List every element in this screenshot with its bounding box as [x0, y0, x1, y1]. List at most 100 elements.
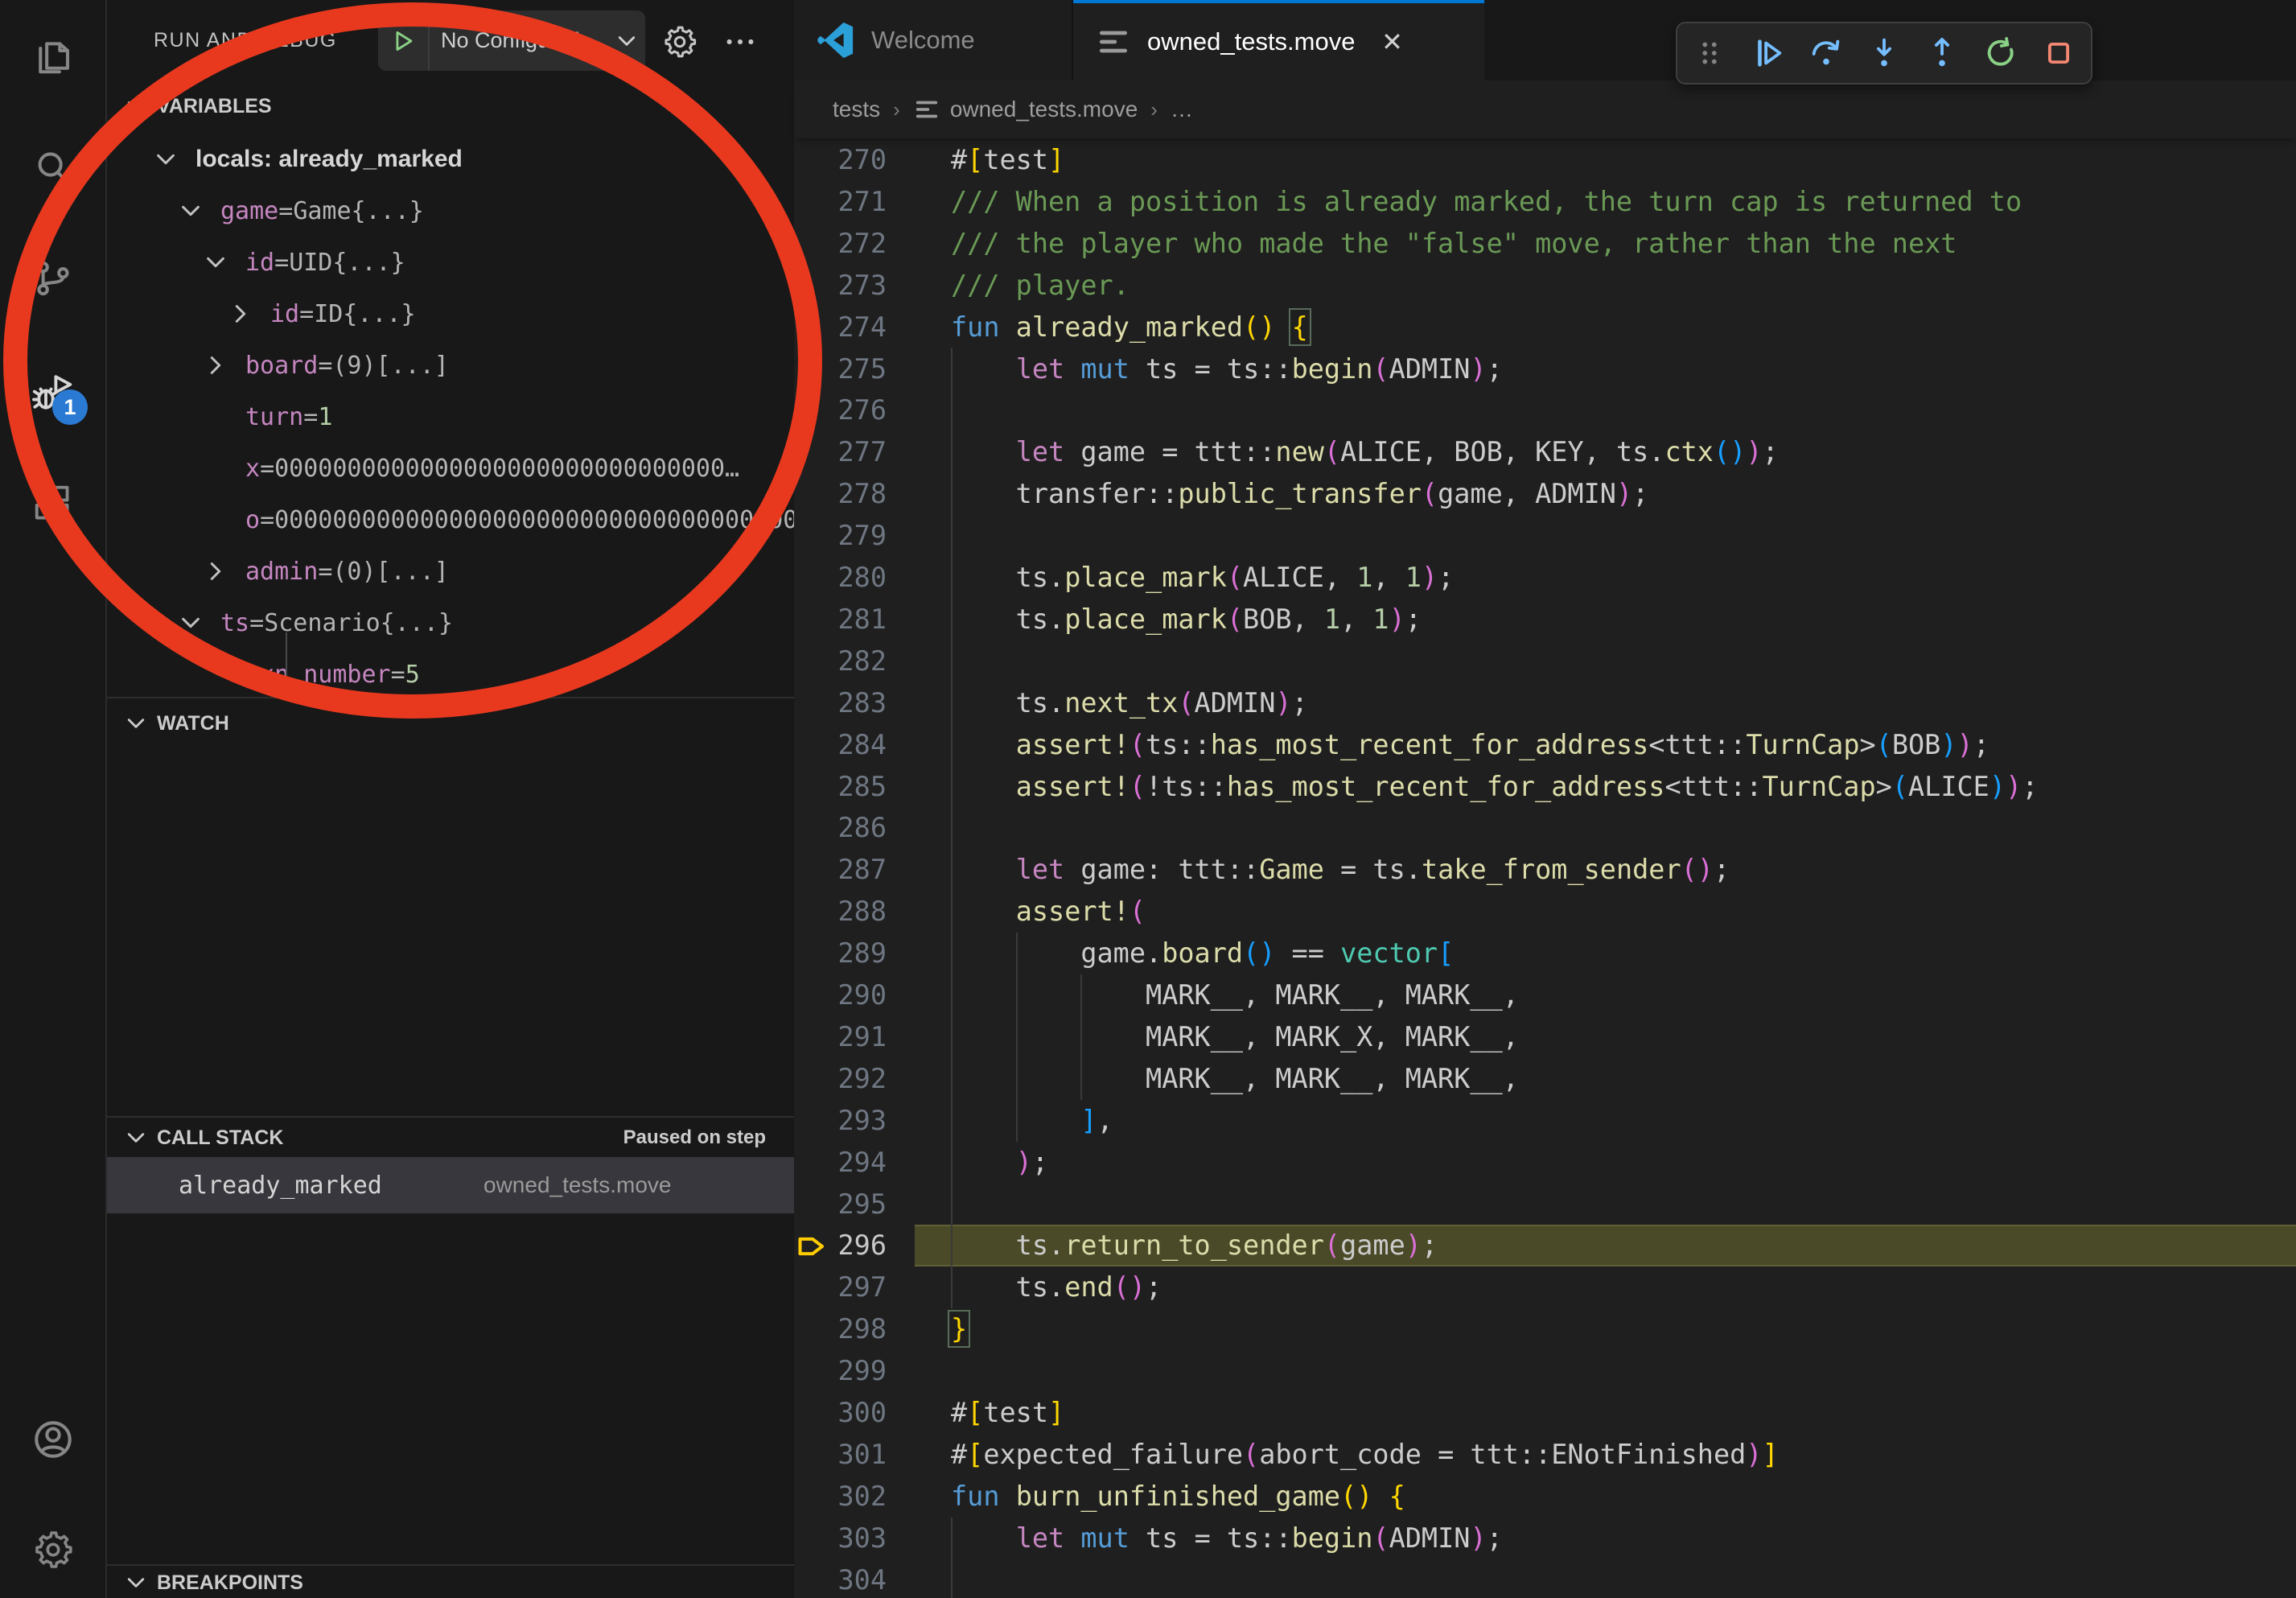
- activity-files-icon[interactable]: [0, 28, 105, 83]
- line-number[interactable]: 291: [794, 1016, 887, 1058]
- line-number[interactable]: 290: [794, 974, 887, 1016]
- line-number[interactable]: 271: [794, 181, 887, 223]
- drag-grip-icon[interactable]: [1684, 27, 1735, 79]
- code-area[interactable]: 270#[test]271/// When a position is alre…: [794, 139, 2296, 1598]
- code-line[interactable]: 284 assert!(ts::has_most_recent_for_addr…: [794, 724, 2296, 766]
- variables-scope-row[interactable]: locals: already_marked: [107, 134, 794, 185]
- code-line[interactable]: 302fun burn_unfinished_game() {: [794, 1476, 2296, 1518]
- line-number[interactable]: 285: [794, 766, 887, 808]
- variable-row[interactable]: x = 0000000000000000000000000000000…: [107, 443, 794, 494]
- code-line[interactable]: 281 ts.place_mark(BOB, 1, 1);: [794, 599, 2296, 640]
- line-number[interactable]: 270: [794, 139, 887, 181]
- start-debugging-play-icon[interactable]: [378, 27, 428, 55]
- code-line[interactable]: 275 let mut ts = ts::begin(ADMIN);: [794, 348, 2296, 390]
- line-number[interactable]: 276: [794, 389, 887, 431]
- variable-row[interactable]: id = ID{...}: [107, 288, 794, 340]
- line-number[interactable]: 303: [794, 1518, 887, 1559]
- line-number[interactable]: 300: [794, 1392, 887, 1434]
- line-number[interactable]: 282: [794, 640, 887, 682]
- line-number[interactable]: 293: [794, 1100, 887, 1142]
- code-line[interactable]: 282: [794, 640, 2296, 682]
- activity-account-icon[interactable]: [0, 1412, 105, 1467]
- line-number[interactable]: 284: [794, 724, 887, 766]
- debug-settings-gear-icon[interactable]: [659, 21, 701, 63]
- line-number[interactable]: 301: [794, 1434, 887, 1476]
- line-number[interactable]: 298: [794, 1308, 887, 1350]
- line-number[interactable]: 279: [794, 515, 887, 557]
- breadcrumb-item[interactable]: owned_tests.move: [950, 97, 1138, 122]
- variable-row[interactable]: ts = Scenario{...}: [107, 597, 794, 649]
- activity-source-control-icon[interactable]: [0, 251, 105, 306]
- line-number[interactable]: 281: [794, 599, 887, 640]
- code-line[interactable]: 294 );: [794, 1142, 2296, 1184]
- code-line[interactable]: 298}: [794, 1308, 2296, 1350]
- code-line[interactable]: 303 let mut ts = ts::begin(ADMIN);: [794, 1518, 2296, 1559]
- close-icon[interactable]: ✕: [1376, 27, 1408, 57]
- code-line[interactable]: 300#[test]: [794, 1392, 2296, 1434]
- variable-row[interactable]: board = (9)[...]: [107, 340, 794, 391]
- line-number[interactable]: 272: [794, 223, 887, 265]
- restart-icon[interactable]: [1975, 27, 2026, 79]
- stack-frame-row[interactable]: already_markedowned_tests.move: [107, 1157, 794, 1213]
- code-line[interactable]: 274fun already_marked() {: [794, 307, 2296, 348]
- step-into-icon[interactable]: [1858, 27, 1910, 79]
- variables-header[interactable]: VARIABLES: [107, 80, 794, 132]
- code-line[interactable]: 286: [794, 807, 2296, 849]
- activity-run-and-debug-icon[interactable]: 1: [0, 365, 105, 420]
- breadcrumb-item[interactable]: …: [1171, 97, 1193, 122]
- tab-owned-tests-move[interactable]: owned_tests.move✕: [1073, 0, 1484, 80]
- variable-row[interactable]: admin = (0)[...]: [107, 546, 794, 597]
- line-number[interactable]: 273: [794, 265, 887, 307]
- line-number[interactable]: 286: [794, 807, 887, 849]
- activity-search-icon[interactable]: [0, 141, 105, 196]
- code-line[interactable]: 295: [794, 1184, 2296, 1225]
- step-out-icon[interactable]: [1916, 27, 1968, 79]
- breakpoints-header[interactable]: BREAKPOINTS: [107, 1566, 794, 1598]
- line-number[interactable]: 292: [794, 1058, 887, 1100]
- activity-extensions-icon[interactable]: [0, 476, 105, 531]
- code-line[interactable]: 299: [794, 1350, 2296, 1392]
- breadcrumb-item[interactable]: tests: [833, 97, 880, 122]
- variable-row[interactable]: turn = 1: [107, 391, 794, 443]
- code-line[interactable]: 278 transfer::public_transfer(game, ADMI…: [794, 473, 2296, 515]
- code-line[interactable]: 279: [794, 515, 2296, 557]
- line-number[interactable]: 295: [794, 1184, 887, 1225]
- line-number[interactable]: 275: [794, 348, 887, 390]
- line-number[interactable]: 283: [794, 682, 887, 724]
- code-line[interactable]: 287 let game: ttt::Game = ts.take_from_s…: [794, 849, 2296, 891]
- code-line[interactable]: 296 ts.return_to_sender(game);: [794, 1225, 2296, 1266]
- more-actions-icon[interactable]: [719, 21, 761, 63]
- step-over-icon[interactable]: [1800, 27, 1852, 79]
- code-line[interactable]: 291 MARK__, MARK_X, MARK__,: [794, 1016, 2296, 1058]
- continue-icon[interactable]: [1743, 27, 1794, 79]
- code-line[interactable]: 277 let game = ttt::new(ALICE, BOB, KEY,…: [794, 431, 2296, 473]
- tab-welcome[interactable]: Welcome: [794, 0, 1073, 80]
- variable-row[interactable]: id = UID{...}: [107, 237, 794, 288]
- activity-settings-gear-icon[interactable]: [0, 1522, 105, 1577]
- variable-row[interactable]: o = 000000000000000000000000000000000000…: [107, 494, 794, 546]
- line-number[interactable]: 277: [794, 431, 887, 473]
- line-number[interactable]: 302: [794, 1476, 887, 1518]
- code-line[interactable]: 283 ts.next_tx(ADMIN);: [794, 682, 2296, 724]
- line-number[interactable]: 288: [794, 891, 887, 933]
- line-number[interactable]: 304: [794, 1559, 887, 1598]
- variable-row[interactable]: game = Game{...}: [107, 185, 794, 237]
- launch-configuration-dropdown[interactable]: No Configurations: [378, 10, 645, 71]
- stop-icon[interactable]: [2033, 27, 2084, 79]
- line-number[interactable]: 274: [794, 307, 887, 348]
- code-line[interactable]: 276: [794, 389, 2296, 431]
- code-line[interactable]: 271/// When a position is already marked…: [794, 181, 2296, 223]
- code-line[interactable]: 270#[test]: [794, 139, 2296, 181]
- code-line[interactable]: 304: [794, 1559, 2296, 1598]
- code-line[interactable]: 297 ts.end();: [794, 1266, 2296, 1308]
- code-line[interactable]: 280 ts.place_mark(ALICE, 1, 1);: [794, 557, 2296, 599]
- code-line[interactable]: 293 ],: [794, 1100, 2296, 1142]
- code-line[interactable]: 273/// player.: [794, 265, 2296, 307]
- variable-row[interactable]: txn_number = 5: [107, 649, 794, 700]
- code-line[interactable]: 285 assert!(!ts::has_most_recent_for_add…: [794, 766, 2296, 808]
- line-number[interactable]: 287: [794, 849, 887, 891]
- code-line[interactable]: 272/// the player who made the "false" m…: [794, 223, 2296, 265]
- code-line[interactable]: 289 game.board() == vector[: [794, 933, 2296, 974]
- call-stack-header[interactable]: CALL STACKPaused on step: [107, 1118, 794, 1158]
- line-number[interactable]: 294: [794, 1142, 887, 1184]
